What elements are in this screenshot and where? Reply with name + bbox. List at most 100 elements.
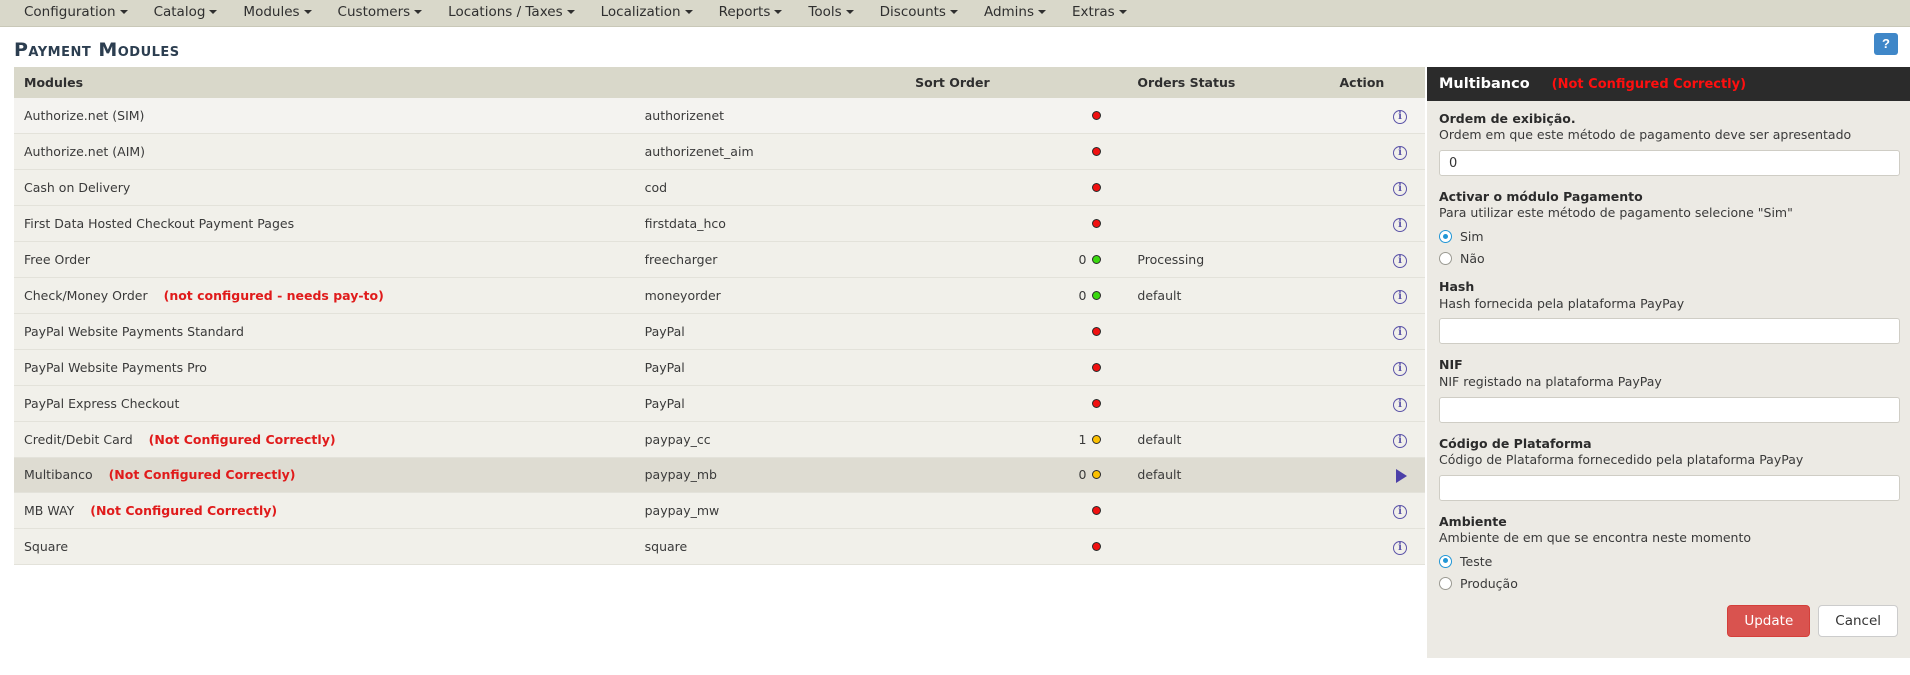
column-header-modules[interactable]: Modules (14, 67, 635, 98)
cell-action[interactable]: i (1329, 349, 1425, 386)
table-row[interactable]: PayPal Website Payments Standard PayPal i (14, 313, 1425, 350)
cell-action[interactable]: i (1329, 492, 1425, 529)
cell-module-name[interactable]: MB WAY (Not Configured Correctly) (14, 492, 635, 529)
cell-action[interactable]: i (1329, 98, 1425, 134)
table-row[interactable]: First Data Hosted Checkout Payment Pages… (14, 205, 1425, 242)
play-icon[interactable] (1396, 468, 1407, 483)
info-icon[interactable]: i (1393, 146, 1407, 160)
info-icon[interactable]: i (1393, 254, 1407, 268)
table-row[interactable]: Multibanco (Not Configured Correctly) payp… (14, 457, 1425, 493)
nav-item-admins[interactable]: Admins (972, 2, 1060, 24)
module-name-label: MB WAY (24, 502, 75, 518)
cell-action[interactable]: i (1329, 241, 1425, 278)
nav-item-catalog[interactable]: Catalog (142, 2, 232, 24)
nav-item-label: Discounts (879, 4, 946, 21)
column-header-sort-order[interactable]: Sort Order (905, 67, 1102, 98)
info-icon[interactable]: i (1393, 110, 1407, 124)
nav-item-label: Admins (983, 4, 1035, 21)
radio-button-selected[interactable] (1439, 230, 1452, 244)
cell-module-name[interactable]: First Data Hosted Checkout Payment Pages (14, 205, 635, 242)
cell-action[interactable]: i (1329, 205, 1425, 242)
radio-button[interactable] (1439, 252, 1452, 266)
cell-module-name[interactable]: Check/Money Order (not configured - needs… (14, 277, 635, 314)
cell-module-code: paypay_cc (634, 421, 906, 458)
table-row[interactable]: Credit/Debit Card (Not Configured Correct… (14, 421, 1425, 458)
input-c-digo-de-plataforma[interactable] (1439, 474, 1900, 501)
table-row[interactable]: PayPal Express Checkout PayPal i (14, 385, 1425, 422)
nav-item-label: Extras (1072, 4, 1115, 21)
info-icon[interactable]: i (1393, 540, 1407, 555)
radio-option[interactable]: Não (1439, 251, 1900, 266)
info-icon[interactable]: i (1393, 434, 1407, 448)
cell-module-name[interactable]: Square (14, 528, 635, 565)
cell-orders-status (1101, 313, 1330, 350)
nav-item-reports[interactable]: Reports (707, 2, 797, 24)
table-body: Authorize.net (SIM) authorizenet i Authoriz… (14, 98, 1425, 565)
cell-module-name[interactable]: PayPal Express Checkout (14, 385, 635, 422)
info-icon[interactable]: i (1393, 218, 1407, 232)
cell-module-name[interactable]: Authorize.net (SIM) (14, 98, 635, 134)
column-header-action: Action (1329, 67, 1425, 98)
cell-action[interactable]: i (1329, 528, 1425, 565)
cell-orders-status (1101, 492, 1330, 529)
info-icon[interactable]: i (1393, 398, 1407, 412)
panel-header: Multibanco (Not Configured Correctly) (1427, 67, 1910, 101)
nav-item-customers[interactable]: Customers (326, 2, 437, 24)
table-row[interactable]: Cash on Delivery cod i (14, 169, 1425, 206)
input-ordem-de-exibi-o[interactable] (1439, 150, 1900, 177)
radio-button-selected[interactable] (1439, 554, 1452, 568)
table-row[interactable]: Authorize.net (SIM) authorizenet i (14, 98, 1425, 134)
radio-option[interactable]: Sim (1439, 229, 1900, 244)
nav-item-tools[interactable]: Tools (796, 2, 867, 24)
table-row[interactable]: Authorize.net (AIM) authorizenet_aim i (14, 133, 1425, 170)
radio-button[interactable] (1439, 576, 1452, 590)
nav-item-localization[interactable]: Localization (589, 2, 707, 24)
table-row[interactable]: Square square i (14, 528, 1425, 565)
module-name-label: Square (24, 538, 69, 554)
info-icon[interactable]: i (1393, 290, 1407, 304)
nav-item-discounts[interactable]: Discounts (868, 2, 972, 24)
input-hash[interactable] (1439, 318, 1900, 345)
cell-module-code: moneyorder (634, 277, 906, 314)
cell-module-name[interactable]: PayPal Website Payments Standard (14, 313, 635, 350)
table-row[interactable]: Free Order freecharger 0 Processing i (14, 241, 1425, 278)
input-nif[interactable] (1439, 396, 1900, 423)
cell-action[interactable] (1329, 457, 1425, 493)
info-icon[interactable]: i (1393, 362, 1407, 376)
cell-action[interactable]: i (1329, 313, 1425, 350)
nav-item-configuration[interactable]: Configuration (12, 2, 142, 24)
cell-action[interactable]: i (1329, 421, 1425, 458)
radio-option[interactable]: Produção (1439, 576, 1900, 591)
column-header-orders-status[interactable]: Orders Status (1101, 67, 1330, 98)
cell-module-name[interactable]: Cash on Delivery (14, 169, 635, 206)
cell-action[interactable]: i (1329, 169, 1425, 206)
nav-item-modules[interactable]: Modules (231, 2, 325, 24)
field-description: NIF registado na plataforma PayPay (1439, 373, 1662, 389)
info-icon[interactable]: i (1393, 182, 1407, 196)
cell-module-name[interactable]: PayPal Website Payments Pro (14, 349, 635, 386)
cell-action[interactable]: i (1329, 133, 1425, 170)
help-button[interactable]: ? (1874, 33, 1898, 55)
cell-sort-order: 0 (905, 457, 1102, 493)
cell-module-name[interactable]: Multibanco (Not Configured Correctly) (14, 457, 635, 493)
update-button[interactable]: Update (1727, 604, 1811, 637)
radio-option[interactable]: Teste (1439, 554, 1900, 569)
cell-action[interactable]: i (1329, 277, 1425, 314)
nav-item-locations-taxes[interactable]: Locations / Taxes (436, 2, 588, 24)
chevron-down-icon (566, 10, 575, 15)
nav-item-extras[interactable]: Extras (1060, 2, 1141, 24)
cell-module-name[interactable]: Free Order (14, 241, 635, 278)
cancel-button[interactable]: Cancel (1818, 604, 1898, 637)
table-row[interactable]: MB WAY (Not Configured Correctly) paypay_m… (14, 492, 1425, 529)
field-description: Código de Plataforma fornecedido pela pl… (1439, 451, 1804, 467)
field-description: Ambiente de em que se encontra neste mom… (1439, 529, 1752, 545)
info-icon[interactable]: i (1393, 504, 1407, 519)
sort-order-value: 0 (1078, 252, 1087, 267)
table-row[interactable]: PayPal Website Payments Pro PayPal i (14, 349, 1425, 386)
table-row[interactable]: Check/Money Order (not configured - needs… (14, 277, 1425, 314)
cell-module-name[interactable]: Credit/Debit Card (Not Configured Correct… (14, 421, 635, 458)
cell-module-name[interactable]: Authorize.net (AIM) (14, 133, 635, 170)
cell-action[interactable]: i (1329, 385, 1425, 422)
page-title: Payment Modules (14, 39, 180, 61)
info-icon[interactable]: i (1393, 326, 1407, 340)
